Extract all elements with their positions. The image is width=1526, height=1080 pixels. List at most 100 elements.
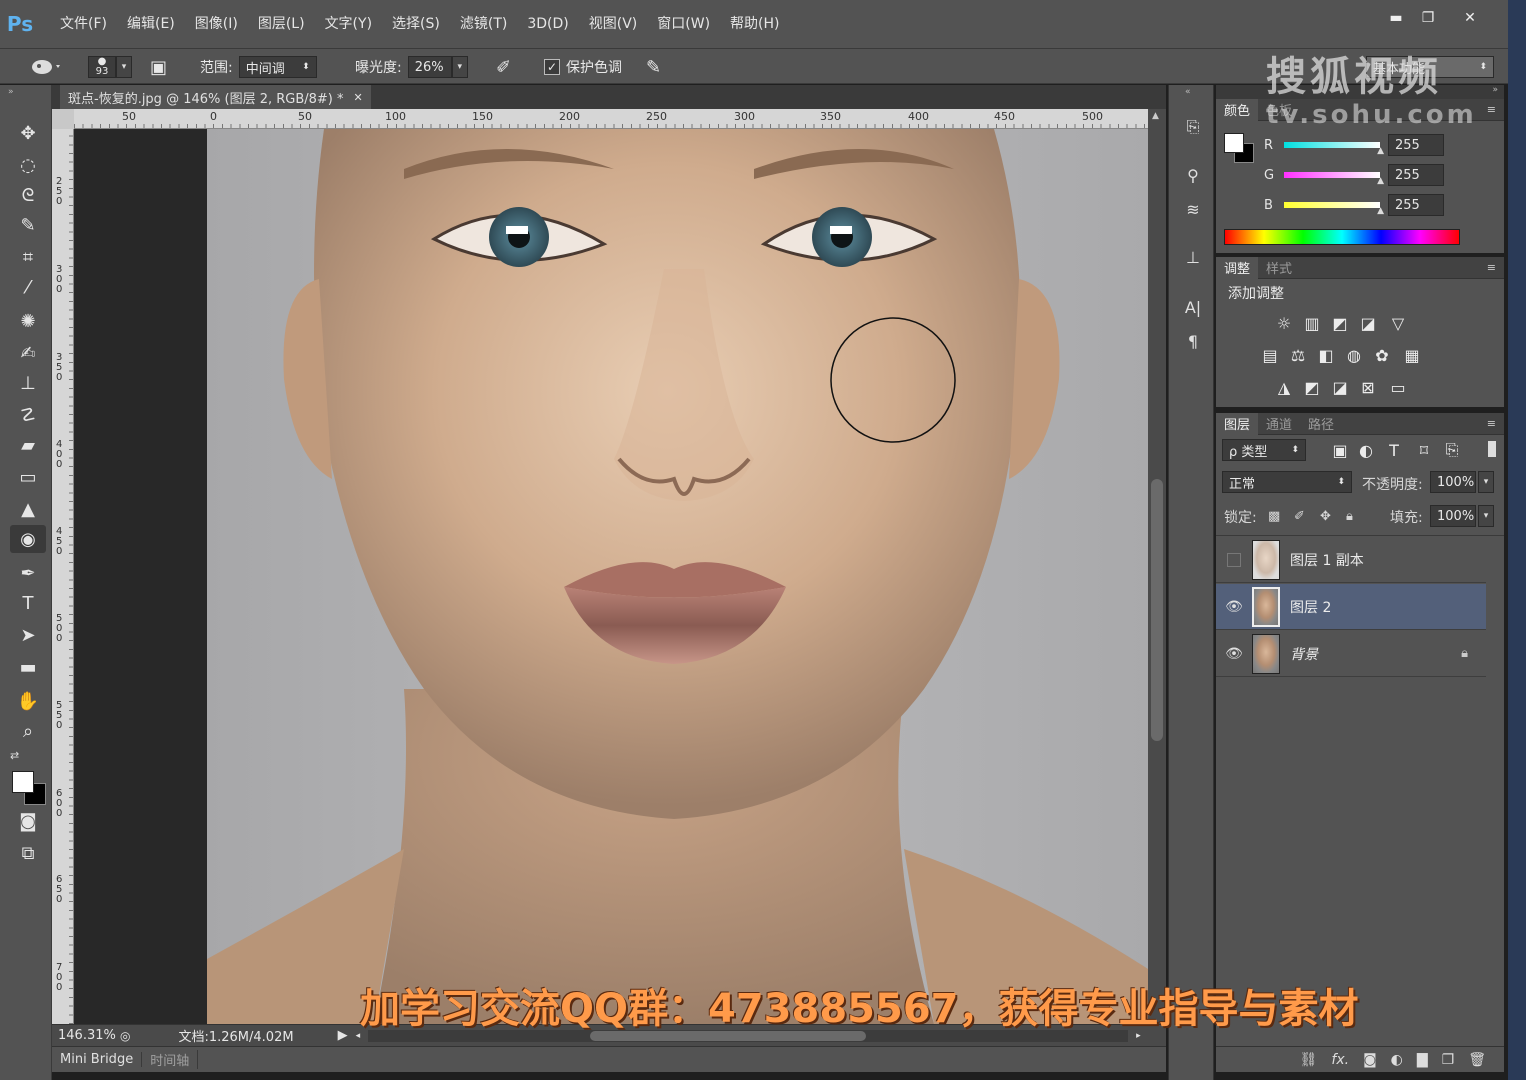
history-panel-icon[interactable]: ⎘: [1179, 113, 1207, 141]
filter-smart-object-icon[interactable]: ⎘: [1440, 438, 1464, 462]
eyedropper-tool-icon[interactable]: ⁄: [10, 273, 46, 301]
paragraph-panel-icon[interactable]: ¶: [1179, 327, 1207, 355]
lock-pixels-icon[interactable]: ✐: [1294, 509, 1305, 524]
menu-select[interactable]: 选择(S): [382, 0, 450, 48]
swap-colors-icon[interactable]: ⇄: [10, 749, 19, 762]
menu-3d[interactable]: 3D(D): [517, 0, 578, 48]
lasso-tool-icon[interactable]: ᘓ: [10, 181, 46, 209]
tab-timeline[interactable]: 时间轴: [142, 1050, 199, 1069]
screen-mode-icon[interactable]: ⧉: [10, 839, 46, 867]
eye-icon[interactable]: 👁︎: [1216, 599, 1252, 615]
slider-handle-icon[interactable]: ▲: [1377, 206, 1384, 216]
gradient-tool-icon[interactable]: ▭: [10, 463, 46, 491]
menu-file[interactable]: 文件(F): [50, 0, 117, 48]
add-mask-icon[interactable]: ◙: [1363, 1052, 1377, 1068]
pressure-toggle[interactable]: ✎: [646, 55, 661, 79]
marquee-tool-icon[interactable]: ◌: [10, 151, 46, 179]
trash-icon[interactable]: 🗑︎: [1468, 1052, 1486, 1068]
selective-color-icon[interactable]: ⊠: [1356, 375, 1380, 399]
sponge-tool-icon[interactable]: ◉: [10, 525, 46, 553]
blue-slider[interactable]: ▲: [1284, 202, 1384, 216]
status-info-icon[interactable]: ◎: [120, 1029, 130, 1043]
visibility-toggle-empty[interactable]: [1216, 552, 1252, 567]
scroll-thumb[interactable]: [1151, 479, 1163, 741]
healing-brush-tool-icon[interactable]: ✺: [10, 307, 46, 335]
tab-channels[interactable]: 通道: [1258, 414, 1300, 433]
character-panel-icon[interactable]: A|: [1179, 293, 1207, 321]
tab-adjustments[interactable]: 调整: [1216, 256, 1259, 279]
eye-icon[interactable]: 👁︎: [1216, 646, 1252, 662]
panel-menu-icon[interactable]: ≡: [1487, 103, 1504, 116]
blur-tool-icon[interactable]: ▲: [10, 495, 46, 523]
slider-handle-icon[interactable]: ▲: [1377, 176, 1384, 186]
range-select[interactable]: 中间调 ⬍: [238, 56, 317, 78]
fx-icon[interactable]: fx.: [1331, 1052, 1349, 1068]
color-spectrum-ramp[interactable]: [1224, 229, 1460, 245]
photo-filter-icon[interactable]: ◍: [1342, 343, 1366, 367]
collapse-toolbox-icon[interactable]: »: [8, 87, 14, 97]
tab-paths[interactable]: 路径: [1300, 414, 1342, 433]
brush-size-picker[interactable]: ● 93 ▾: [88, 55, 132, 79]
layer-name[interactable]: 背景: [1290, 644, 1318, 664]
minimize-button[interactable]: ▬: [1378, 6, 1414, 30]
blend-mode-select[interactable]: 正常 ⬍: [1222, 471, 1352, 493]
layer-name[interactable]: 图层 1 副本: [1290, 550, 1364, 570]
filter-pixel-icon[interactable]: ▣: [1328, 438, 1352, 462]
menu-filter[interactable]: 滤镜(T): [450, 0, 517, 48]
zoom-tool-icon[interactable]: ⌕: [10, 717, 46, 745]
zoom-level[interactable]: 146.31%: [58, 1028, 116, 1043]
opacity-slider-toggle[interactable]: ▾: [1478, 471, 1494, 493]
quick-mask-icon[interactable]: ◙: [10, 807, 46, 835]
layer-row[interactable]: 图层 1 副本: [1216, 537, 1486, 583]
green-value[interactable]: 255: [1388, 164, 1444, 186]
red-slider[interactable]: ▲: [1284, 142, 1384, 156]
vertical-ruler[interactable]: 250 300 350 400 450 500 550 600 650 700: [52, 129, 74, 1024]
close-button[interactable]: ✕: [1452, 6, 1488, 30]
hue-saturation-icon[interactable]: ▤: [1258, 343, 1282, 367]
lock-all-icon[interactable]: 🔒︎: [1346, 509, 1353, 524]
green-slider[interactable]: ▲: [1284, 172, 1384, 186]
pen-tool-icon[interactable]: ✒: [10, 559, 46, 587]
brush-panel-toggle[interactable]: ▣: [150, 55, 167, 79]
filter-toggle-switch[interactable]: [1488, 441, 1496, 457]
color-balance-icon[interactable]: ⚖: [1286, 343, 1310, 367]
vertical-scrollbar[interactable]: ▲: [1148, 109, 1166, 1024]
clone-source-icon[interactable]: ⊥: [1179, 243, 1207, 271]
menu-layer[interactable]: 图层(L): [248, 0, 315, 48]
panel-menu-icon[interactable]: ≡: [1487, 261, 1504, 274]
gradient-map-icon[interactable]: ▭: [1386, 375, 1410, 399]
blue-value[interactable]: 255: [1388, 194, 1444, 216]
layer-filter-select[interactable]: ρ 类型 ⬍: [1222, 439, 1306, 461]
panel-menu-icon[interactable]: ≡: [1487, 417, 1504, 430]
ruler-origin[interactable]: [52, 109, 74, 129]
move-tool-icon[interactable]: ✥: [10, 119, 46, 147]
curves-icon[interactable]: ◩: [1328, 311, 1352, 335]
new-group-icon[interactable]: ▇: [1417, 1052, 1428, 1068]
red-value[interactable]: 255: [1388, 134, 1444, 156]
menu-image[interactable]: 图像(I): [185, 0, 248, 48]
foreground-color-swatch[interactable]: [1224, 133, 1244, 153]
filter-shape-icon[interactable]: ⌑: [1412, 438, 1436, 462]
invert-icon[interactable]: ◮: [1272, 375, 1296, 399]
menu-view[interactable]: 视图(V): [579, 0, 648, 48]
lock-transparency-icon[interactable]: ▩: [1268, 509, 1280, 524]
opacity-input[interactable]: 100%: [1430, 471, 1476, 493]
black-white-icon[interactable]: ◧: [1314, 343, 1338, 367]
path-select-tool-icon[interactable]: ➤: [10, 621, 46, 649]
crop-tool-icon[interactable]: ⌗: [10, 243, 46, 271]
history-brush-tool-icon[interactable]: ☡: [10, 401, 46, 429]
quick-select-tool-icon[interactable]: ✎: [10, 211, 46, 239]
clone-stamp-tool-icon[interactable]: ⊥: [10, 369, 46, 397]
collapse-dock-icon[interactable]: «: [1185, 87, 1191, 97]
tab-mini-bridge[interactable]: Mini Bridge: [52, 1052, 143, 1067]
brightness-icon[interactable]: ☼: [1272, 311, 1296, 335]
vibrance-icon[interactable]: ▽: [1386, 311, 1410, 335]
layer-row[interactable]: 👁︎ 背景 🔒︎: [1216, 631, 1486, 677]
fill-slider-toggle[interactable]: ▾: [1478, 505, 1494, 527]
horizontal-ruler[interactable]: 50 0 50 100 150 200 250 300 350 400 450 …: [74, 109, 1166, 129]
foreground-color-swatch[interactable]: [12, 771, 34, 793]
filter-type-icon[interactable]: T: [1382, 438, 1406, 462]
channel-mixer-icon[interactable]: ✿: [1370, 343, 1394, 367]
layer-name[interactable]: 图层 2: [1290, 597, 1331, 617]
tab-styles[interactable]: 样式: [1258, 258, 1300, 277]
